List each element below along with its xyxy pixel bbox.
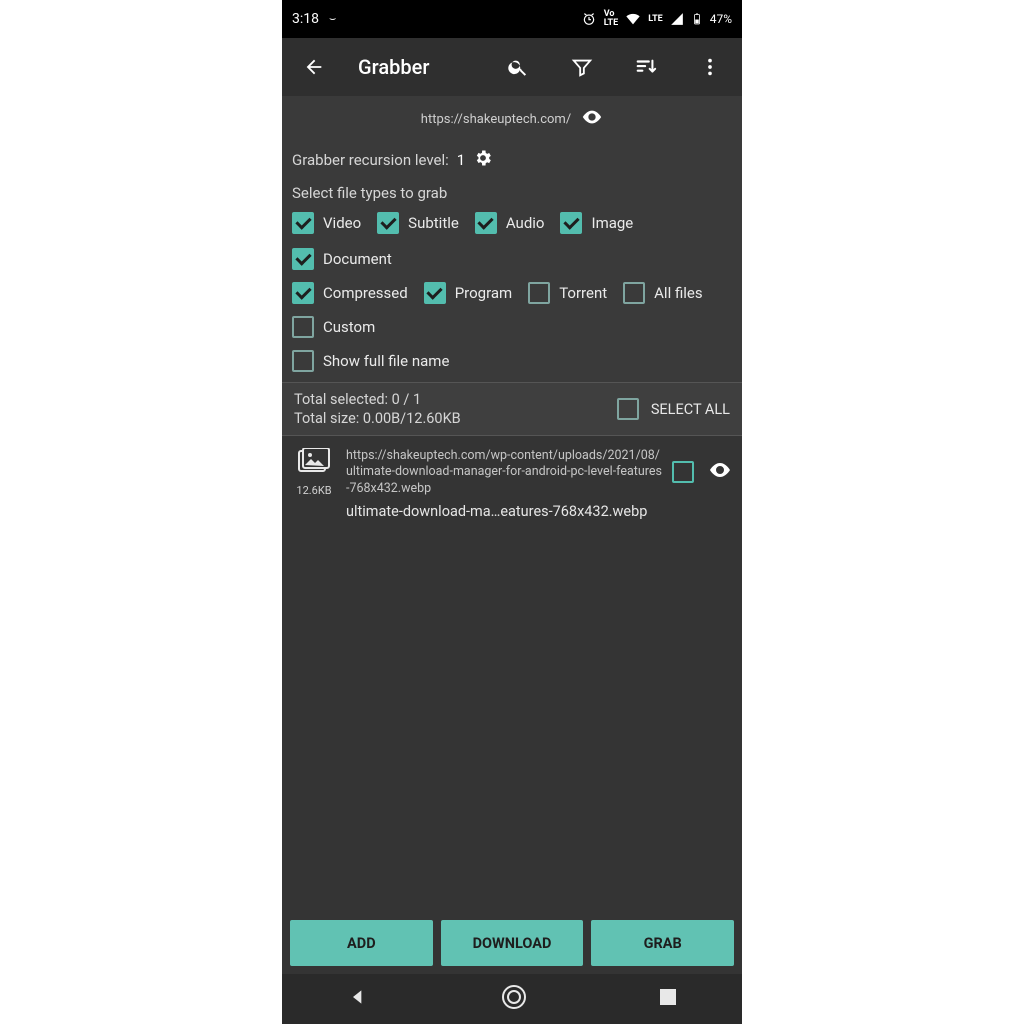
add-button[interactable]: ADD [290,920,433,966]
back-button[interactable] [294,47,334,87]
checkbox-icon [292,350,314,372]
view-url-button[interactable] [581,106,603,132]
overflow-menu-button[interactable] [690,47,730,87]
checkbox-icon [377,212,399,234]
file-list[interactable]: 12.6KB https://shakeuptech.com/wp-conten… [282,436,742,912]
select-all[interactable]: SELECT ALL [617,398,730,420]
recursion-settings-button[interactable] [473,148,493,172]
file-thumb: 12.6KB [292,448,336,497]
volte-icon: VoLTE [604,10,619,28]
checkbox-icon [292,212,314,234]
file-size: 12.6KB [296,484,331,497]
checkbox-icon [292,316,314,338]
nav-recent-button[interactable] [660,989,676,1009]
option-custom[interactable]: Custom [292,316,732,338]
filetypes-row-2: Compressed Program Torrent All files [292,270,732,304]
filetype-program[interactable]: Program [424,282,512,304]
checkbox-icon [560,212,582,234]
battery-icon [691,11,703,27]
search-button[interactable] [498,47,538,87]
settings-block: Grabber recursion level: 1 Select file t… [282,142,742,382]
signal-icon [670,12,684,26]
summary-row: Total selected: 0 / 1 Total size: 0.00B/… [282,383,742,435]
source-url: https://shakeuptech.com/ [421,112,571,127]
checkbox-icon [292,282,314,304]
bottom-button-row: ADD DOWNLOAD GRAB [282,912,742,974]
battery-pct: 47% [710,12,732,26]
phone-frame: 3:18 ⌣ VoLTE LTE 47% Grabber [282,0,742,1024]
recursion-value: 1 [457,151,465,169]
filetype-allfiles[interactable]: All files [623,282,702,304]
filetype-video[interactable]: Video [292,212,361,234]
sort-button[interactable] [626,47,666,87]
android-nav-bar [282,974,742,1024]
recursion-row: Grabber recursion level: 1 [292,142,732,178]
file-item[interactable]: 12.6KB https://shakeuptech.com/wp-conten… [282,436,742,532]
amazon-icon: ⌣ [329,12,336,26]
file-checkbox[interactable] [672,461,694,483]
filetype-image[interactable]: Image [560,212,633,234]
checkbox-icon [475,212,497,234]
filetype-torrent[interactable]: Torrent [528,282,607,304]
total-selected: Total selected: 0 / 1 [294,391,461,408]
nav-home-button[interactable] [501,984,527,1014]
alarm-icon [581,11,597,27]
app-bar: Grabber [282,38,742,96]
image-file-icon [298,448,330,480]
filetype-compressed[interactable]: Compressed [292,282,408,304]
file-preview-button[interactable] [708,458,732,486]
app-title: Grabber [358,55,429,79]
grab-button[interactable]: GRAB [591,920,734,966]
source-url-row: https://shakeuptech.com/ [282,96,742,142]
filetypes-row-1: Video Subtitle Audio Image Document [292,206,732,270]
filetypes-heading: Select file types to grab [292,178,732,206]
filter-button[interactable] [562,47,602,87]
checkbox-icon [292,248,314,270]
total-size: Total size: 0.00B/12.60KB [294,410,461,427]
checkbox-icon [617,398,639,420]
recursion-label: Grabber recursion level: [292,151,449,169]
checkbox-icon [623,282,645,304]
option-show-full-name[interactable]: Show full file name [292,350,732,372]
checkbox-icon [424,282,446,304]
checkbox-icon [528,282,550,304]
status-time: 3:18 [292,11,319,27]
wifi-icon [625,11,641,27]
download-button[interactable]: DOWNLOAD [441,920,584,966]
filetype-document[interactable]: Document [292,248,392,270]
status-bar: 3:18 ⌣ VoLTE LTE 47% [282,0,742,38]
filetype-audio[interactable]: Audio [475,212,545,234]
file-name: ultimate-download-ma…eatures-768x432.web… [346,503,662,520]
network-lte-label: LTE [648,15,663,24]
filetype-subtitle[interactable]: Subtitle [377,212,459,234]
nav-back-button[interactable] [348,987,368,1011]
file-url: https://shakeuptech.com/wp-content/uploa… [346,448,662,497]
